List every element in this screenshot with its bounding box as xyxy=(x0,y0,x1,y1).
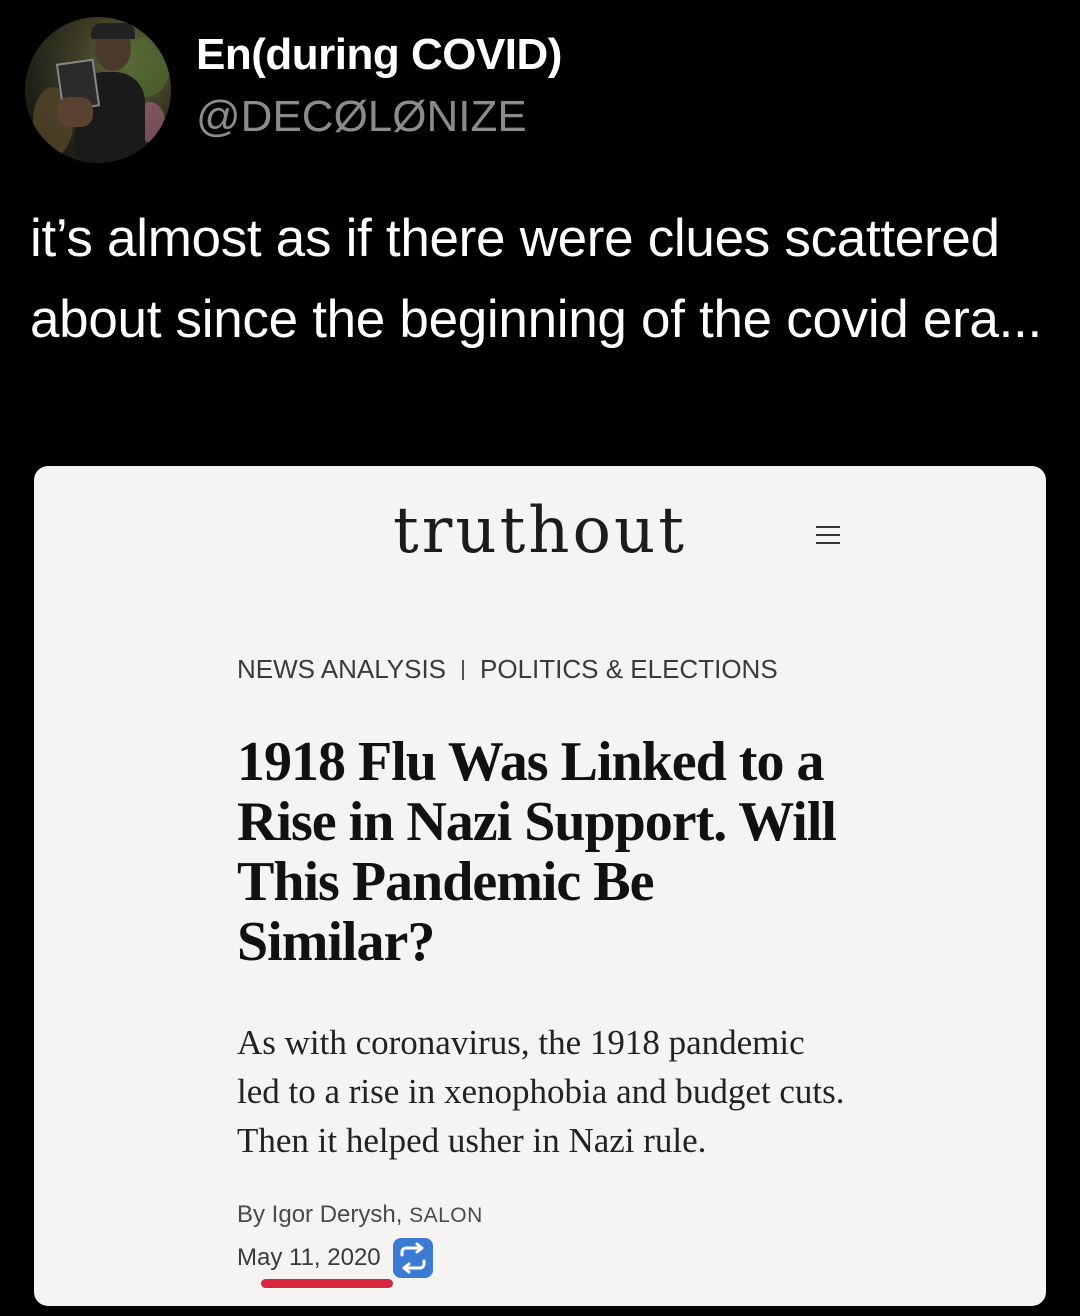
red-underline-mark xyxy=(261,1279,393,1288)
display-name[interactable]: En(during COVID) xyxy=(196,30,562,80)
category-news-analysis[interactable]: NEWS ANALYSIS xyxy=(237,654,446,684)
byline: By Igor Derysh, SALON xyxy=(237,1201,483,1229)
category-politics-elections[interactable]: POLITICS & ELECTIONS xyxy=(480,654,778,684)
avatar-hand xyxy=(57,97,93,127)
avatar[interactable] xyxy=(25,17,171,163)
date-row: May 11, 2020 xyxy=(237,1238,434,1278)
category-divider xyxy=(462,660,465,680)
byline-author: By Igor Derysh, xyxy=(237,1201,403,1228)
site-logo: truthout xyxy=(393,494,687,568)
article-categories: NEWS ANALYSIS POLITICS & ELECTIONS xyxy=(237,654,778,685)
tweet-text: it’s almost as if there were clues scatt… xyxy=(30,209,1042,349)
article-card[interactable]: truthout NEWS ANALYSIS POLITICS & ELECTIO… xyxy=(34,466,1046,1306)
byline-source: SALON xyxy=(409,1204,483,1227)
repost-icon xyxy=(393,1238,434,1278)
publish-date: May 11, 2020 xyxy=(237,1244,381,1271)
avatar-hat xyxy=(91,23,135,39)
article-headline: 1918 Flu Was Linked to a Rise in Nazi Su… xyxy=(237,731,837,973)
article-dek: As with coronavirus, the 1918 pandemic l… xyxy=(237,1023,845,1160)
user-handle[interactable]: @DECØLØNIZE xyxy=(196,92,527,142)
hamburger-menu-icon[interactable] xyxy=(816,524,840,546)
